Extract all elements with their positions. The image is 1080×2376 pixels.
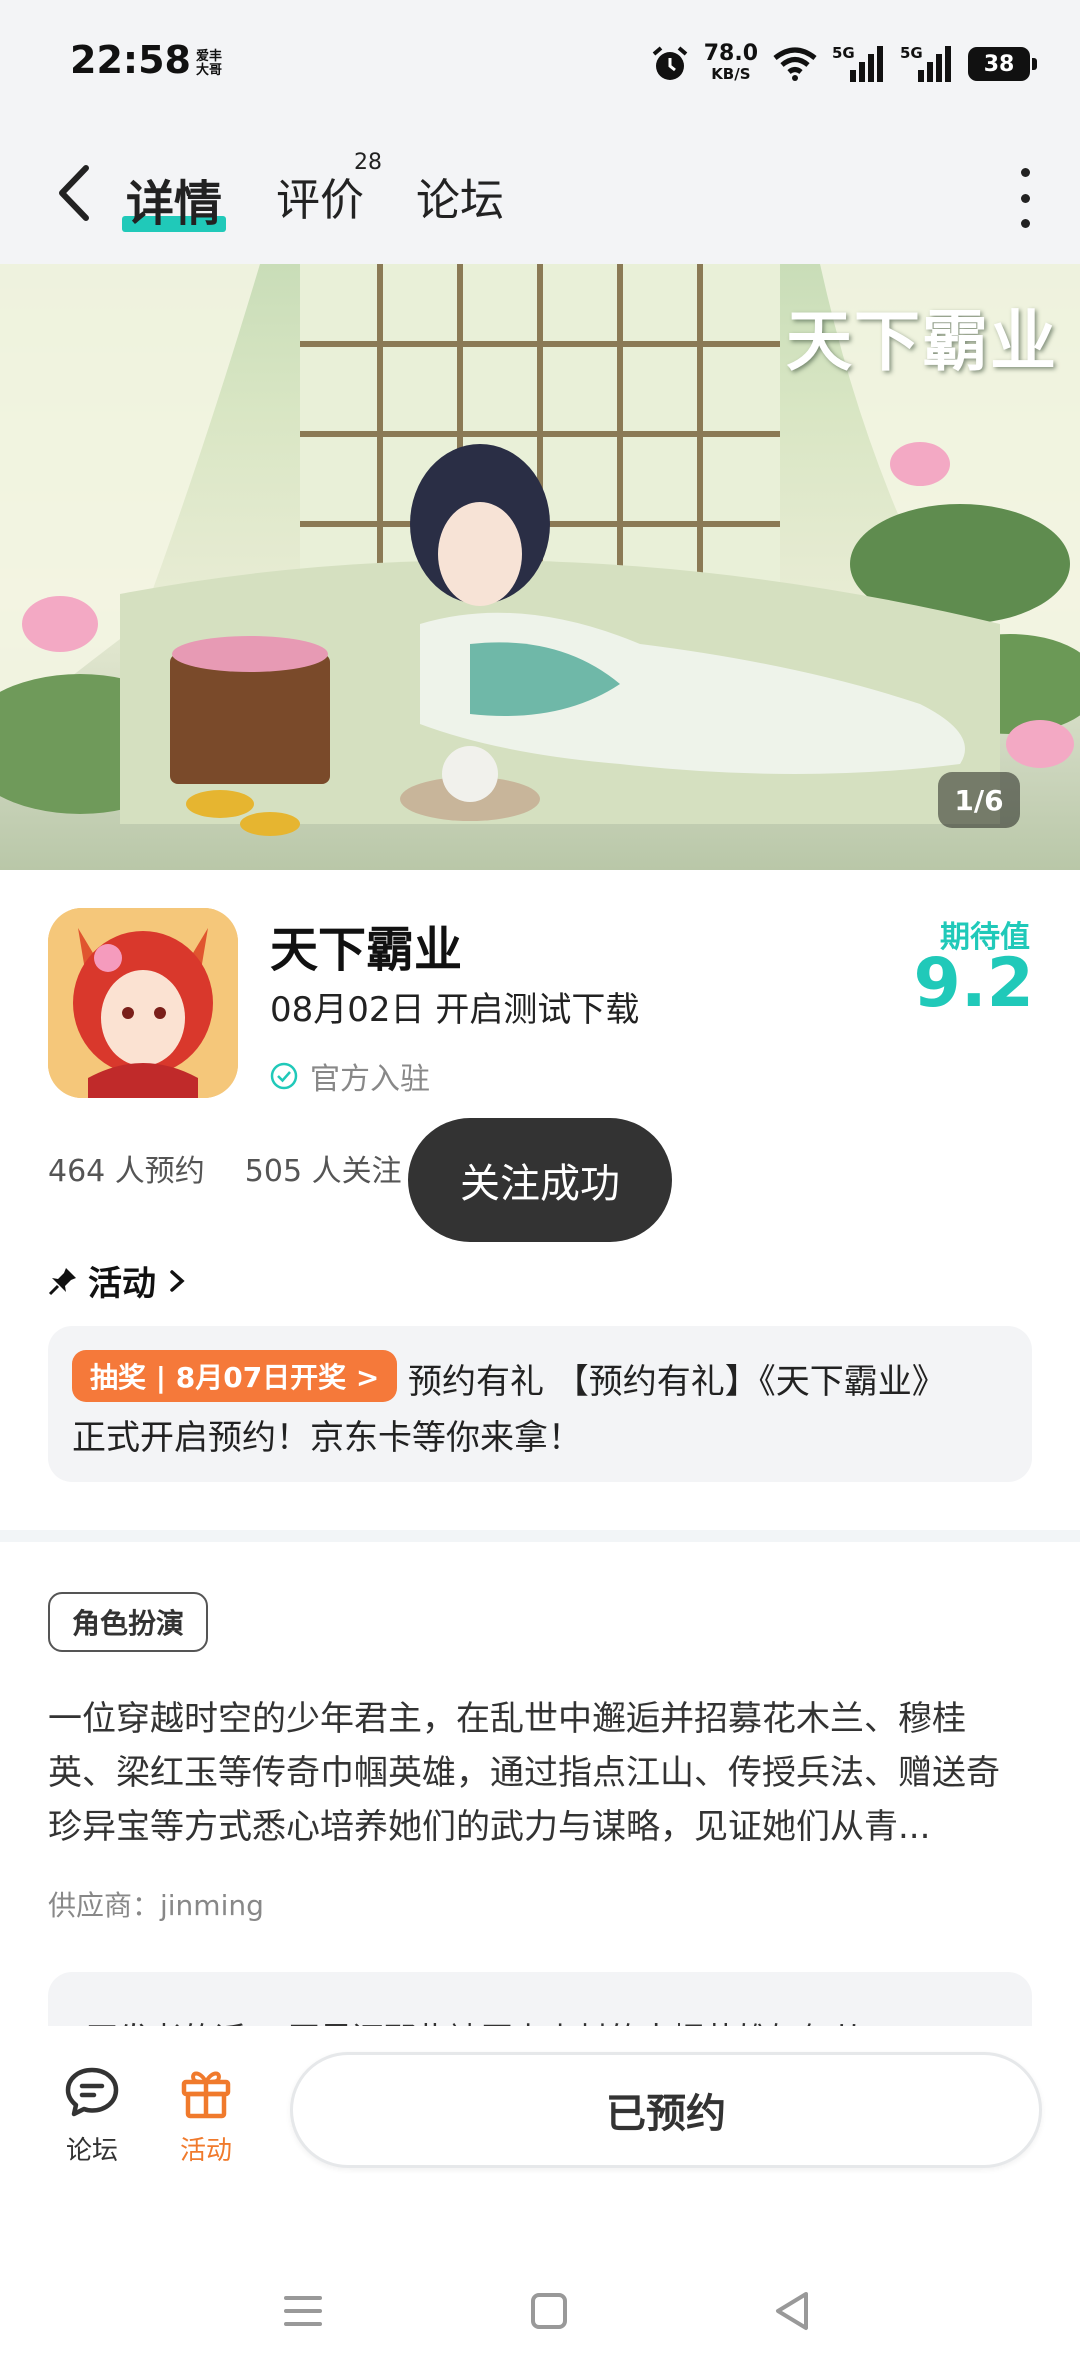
game-title: 天下霸业 [270, 922, 463, 978]
activity-header-label: 活动 [88, 1264, 156, 1304]
activity-button[interactable]: 活动 [166, 2062, 246, 2167]
game-description[interactable]: 一位穿越时空的少年君主，在乱世中邂逅并招募花木兰、穆桂英、梁红玉等传奇巾帼英雄，… [48, 1692, 1032, 1854]
activity-text-line2: 正式开启预约！京东卡等你来拿！ [72, 1418, 582, 1458]
net-speed: 78.0 KB/S [703, 41, 758, 84]
status-bar: 22:58 爱丰大哥 78.0 KB/S 5G 5G 38 [0, 0, 1080, 128]
activity-card[interactable]: 抽奖 | 8月07日开奖 > 预约有礼 【预约有礼】《天下霸业》 正式开启预约！… [48, 1326, 1032, 1482]
reviews-count-badge: 28 [354, 150, 382, 175]
signal-icon-2: 5G [900, 44, 954, 84]
check-circle-icon [270, 1062, 298, 1090]
official-label: 官方入驻 [310, 1062, 430, 1097]
bottom-action-bar: 论坛 活动 已预约 [0, 2026, 1080, 2206]
forum-chat-icon [65, 2067, 119, 2117]
tab-detail[interactable]: 详情 [126, 164, 222, 234]
genre-tag[interactable]: 角色扮演 [48, 1592, 208, 1652]
gift-icon [181, 2071, 231, 2119]
signal-icon-1: 5G [832, 44, 886, 84]
status-time: 22:58 [70, 38, 191, 82]
pin-icon [48, 1267, 76, 1295]
activity-section-header[interactable]: 活动 [48, 1256, 188, 1305]
supplier-label: 供应商：jinming [48, 1889, 264, 1922]
toast-message: 关注成功 [408, 1118, 672, 1242]
forum-button[interactable]: 论坛 [52, 2062, 132, 2167]
activity-text-line1: 预约有礼 【预约有礼】《天下霸业》 [408, 1362, 946, 1402]
tab-reviews[interactable]: 评价 [276, 164, 364, 228]
banner-page-counter: 1/6 [938, 772, 1020, 828]
back-triangle-icon[interactable] [768, 2286, 818, 2336]
carrier-label: 爱丰大哥 [196, 49, 223, 78]
expectation-score: 9.2 [913, 944, 1034, 1023]
forum-button-label: 论坛 [65, 2136, 118, 2166]
test-date: 08月02日 开启测试下载 [270, 990, 640, 1030]
game-app-icon [48, 908, 238, 1098]
banner-logo-text: 天下霸业 [786, 302, 1058, 380]
banner-carousel[interactable]: 天下霸业 1/6 [0, 264, 1080, 870]
reservation-count: 464 人预约 [48, 1154, 205, 1189]
tab-forum[interactable]: 论坛 [416, 164, 504, 228]
developer-note-card[interactable]: 开发者的话 同界还那些被历史尘封的巾帼英雄如何从 [48, 1972, 1032, 2032]
menu-icon[interactable] [278, 2286, 328, 2336]
game-stats: 464 人预约 505 人关注 [48, 1146, 402, 1190]
official-badge: 官方入驻 [270, 1054, 430, 1098]
top-nav: 详情 评价 28 论坛 [0, 128, 1080, 264]
reserved-button[interactable]: 已预约 [290, 2052, 1042, 2168]
wifi-icon [773, 47, 817, 81]
status-icons: 78.0 KB/S 5G 5G 38 [650, 36, 1037, 92]
section-divider [0, 1530, 1080, 1542]
back-icon[interactable] [48, 158, 108, 228]
alarm-icon [652, 46, 688, 80]
lottery-tag: 抽奖 | 8月07日开奖 > [72, 1350, 398, 1402]
battery-icon: 38 [968, 47, 1037, 81]
activity-button-label: 活动 [179, 2136, 232, 2166]
chevron-right-icon [170, 1269, 185, 1292]
more-options-icon[interactable] [1010, 168, 1040, 228]
follow-count: 505 人关注 [244, 1154, 402, 1189]
system-nav-bar [0, 2236, 1080, 2376]
home-icon[interactable] [524, 2286, 574, 2336]
